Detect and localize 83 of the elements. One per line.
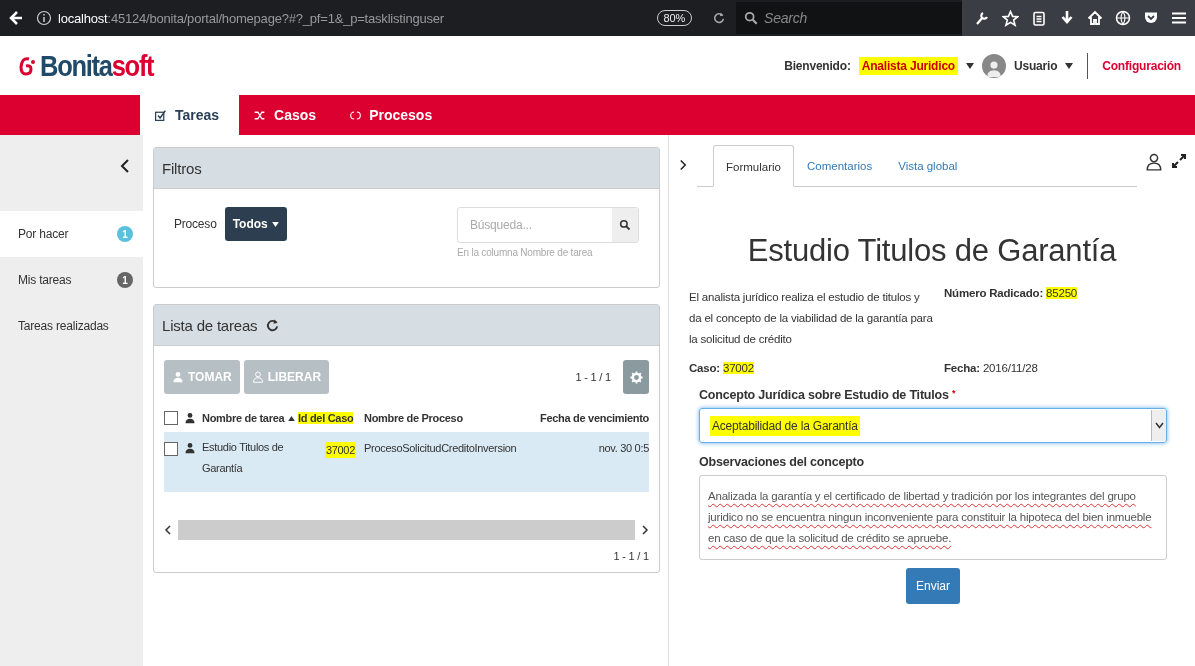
table-cell: nov. 30 0:5 [598, 442, 649, 454]
column-header[interactable]: Nombre de tarea [202, 412, 285, 424]
sidebar-item-label: Mis tareas [18, 273, 72, 287]
description: El analista jurídico realiza el estudio de titulos y da el concepto de la viabilidad de la garantía para la solicitud de crédito [689, 290, 934, 347]
chevron-down-icon[interactable] [1154, 422, 1164, 429]
pagination: 1 - 1 / 1 [613, 550, 649, 562]
avatar-icon[interactable] [982, 53, 1006, 78]
caret-icon[interactable] [271, 221, 279, 227]
gear-icon [629, 370, 643, 384]
checkbox-icon [154, 108, 167, 122]
tab[interactable]: Comentarios [793, 145, 886, 186]
process-label: Proceso [174, 216, 217, 233]
sidebar-item-label: Por hacer [18, 227, 69, 241]
reload-icon[interactable] [712, 11, 726, 25]
sidebar-item[interactable]: Mis tareas 1 [0, 257, 143, 303]
sidebar-item[interactable]: Por hacer 1 [0, 211, 143, 257]
search-icon [619, 219, 631, 231]
info-field-label: Número Radicado: [944, 287, 1044, 299]
caret-icon[interactable] [1065, 62, 1074, 69]
sidebar-item[interactable]: Tareas realizadas [0, 303, 143, 349]
cycle-icon [350, 108, 362, 122]
browser-search-field[interactable]: Search [736, 2, 962, 34]
download-icon[interactable] [1059, 10, 1075, 26]
form-title: Estudio Titulos de Garantía [746, 233, 1118, 269]
nav-tab[interactable]: Tareas [140, 95, 240, 135]
person-icon[interactable] [1145, 153, 1163, 171]
column-header[interactable]: Nombre de Proceso [364, 412, 463, 424]
person-icon [184, 412, 196, 424]
person-icon [251, 371, 264, 383]
column-header[interactable]: Fecha de vencimiento [540, 412, 649, 424]
table-cell: 37002 [324, 442, 356, 458]
back-arrow-icon[interactable] [8, 10, 24, 26]
info-field-value: 2016/11/28 [982, 362, 1038, 374]
url-text[interactable]: localhost:45124/bonita/portal/homepage?#?_pf=1&_p=tasklistinguser [58, 10, 444, 26]
table-cell-text: Estudio Titulos de Garantía [202, 440, 285, 476]
user-role: Analista Juridico [858, 56, 958, 75]
panel-title: Filtros [162, 159, 202, 177]
horizontal-scrollbar[interactable] [164, 520, 649, 540]
checkbox[interactable] [164, 442, 178, 456]
sort-icon[interactable] [288, 415, 296, 421]
count-badge: 1 [117, 272, 133, 288]
nav-tab[interactable]: Procesos [336, 95, 453, 135]
refresh-icon[interactable] [265, 317, 281, 333]
person-icon [172, 371, 184, 383]
checkbox[interactable] [164, 411, 178, 425]
settings-link[interactable]: Configuración [1102, 58, 1181, 73]
info-field-value: 37002 [722, 362, 754, 374]
chevron-left-icon[interactable] [164, 525, 172, 535]
user-name[interactable]: Usuario [1014, 58, 1058, 73]
pocket-icon[interactable] [1143, 10, 1159, 26]
wrench-icon[interactable] [974, 10, 990, 26]
table-cell: ProcesoSolicitudCreditoInversion [364, 442, 517, 454]
expand-icon[interactable] [1171, 153, 1187, 169]
welcome-label: Bienvenido: [784, 58, 851, 73]
count-badge: 1 [117, 226, 133, 242]
info-icon [36, 10, 52, 26]
home-icon[interactable] [1087, 10, 1103, 26]
info-field-label: Caso: [689, 362, 720, 374]
search-icon [744, 11, 758, 25]
submit-button[interactable]: Enviar [906, 568, 960, 604]
search-hint: En la columna Nombre de tarea [457, 247, 594, 258]
globe-icon[interactable] [1115, 10, 1131, 26]
clipboard-icon[interactable] [1031, 10, 1047, 26]
observations-field[interactable]: Analizada la garantía y el certificado de libertad y tradición por los integrantes del grupo juridico no se encuentra ningun inconveniente para constituir la hipoteca del bien inmueble en caso de que la solicitud de crédito se apruebe. [699, 475, 1167, 560]
field-label: Concepto Jurídica sobre Estudio de Titulos * [699, 388, 957, 402]
info-field-label: Fecha: [944, 362, 980, 374]
info-field-value: 85250 [1046, 287, 1078, 299]
process-dropdown[interactable]: Todos [224, 207, 287, 241]
chevron-right-icon[interactable] [641, 525, 649, 535]
sidebar-item-label: Tareas realizadas [18, 319, 109, 333]
person-icon [184, 442, 196, 454]
settings-button[interactable] [623, 360, 649, 394]
pagination: 1 - 1 / 1 [575, 371, 611, 383]
nav-tab[interactable]: Casos [239, 95, 337, 135]
field-label: Observaciones del concepto [699, 455, 865, 469]
menu-icon[interactable] [1171, 10, 1187, 26]
logo-text: Bonitasoft [40, 48, 154, 83]
caret-icon[interactable] [966, 62, 974, 69]
tab[interactable]: Vista global [885, 145, 971, 186]
star-icon[interactable] [1002, 9, 1019, 27]
tab[interactable]: Formulario [713, 145, 794, 187]
concept-select[interactable]: Aceptabilidad de la Garantía [699, 408, 1167, 443]
panel-title: Lista de tareas [162, 316, 258, 334]
